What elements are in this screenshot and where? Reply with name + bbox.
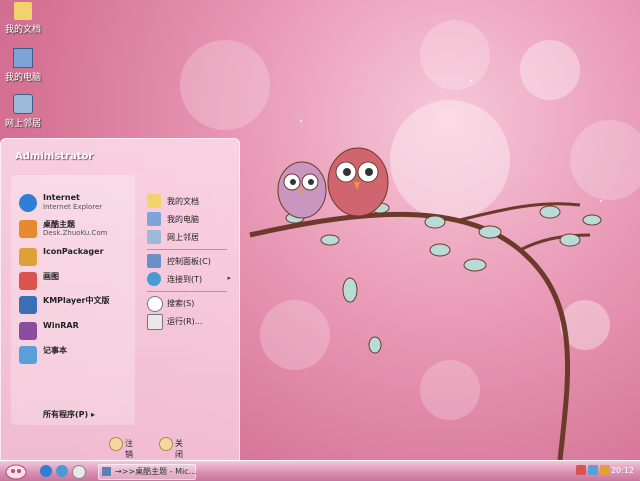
paint-icon <box>19 272 37 290</box>
bokeh-circle <box>520 40 580 100</box>
window-icon <box>102 467 111 476</box>
desktop-icon-label: 我的电脑 <box>4 73 41 83</box>
power-icon <box>159 437 173 451</box>
desktop-icon-my-documents[interactable]: 我的文档 <box>0 2 46 35</box>
start-item-paint[interactable]: 画图 <box>19 271 139 293</box>
start-item-title: KMPlayer中文版 <box>43 296 110 305</box>
start-item-title: 画图 <box>43 272 59 281</box>
tray-volume-icon[interactable] <box>600 465 610 475</box>
sparkle <box>300 120 302 122</box>
control-panel-icon <box>147 254 161 268</box>
start-item-iconpackager[interactable]: IconPackager <box>19 247 139 269</box>
menu-divider <box>147 291 227 292</box>
system-tray: 20:12 <box>574 463 638 479</box>
start-right-my-documents[interactable]: 我的文档 <box>147 193 235 211</box>
notepad-icon <box>19 346 37 364</box>
start-right-label: 网上邻居 <box>167 233 199 242</box>
wallpaper-branch-art <box>249 147 602 460</box>
start-menu-username: Administrator <box>15 151 94 162</box>
start-menu-footer: 注销(L) 关闭计算机(U) <box>1 429 239 461</box>
desktop-icon-label: 网上邻居 <box>4 119 41 129</box>
clock[interactable]: 20:12 <box>611 466 634 475</box>
start-right-label: 我的电脑 <box>167 215 199 224</box>
start-item-subtitle: Desk.ZhuoKu.Com <box>43 229 108 237</box>
start-right-my-computer[interactable]: 我的电脑 <box>147 211 235 229</box>
start-item-title: IconPackager <box>43 247 104 256</box>
desktop-icon-network-places[interactable]: 网上邻居 <box>0 94 46 129</box>
tray-app-icon[interactable] <box>576 465 586 475</box>
start-right-control-panel[interactable]: 控制面板(C) <box>147 253 235 271</box>
bokeh-circle <box>180 40 270 130</box>
taskbar-window-label: →>>桌酷主题 - Mic... <box>115 467 197 476</box>
network-icon <box>147 230 161 244</box>
internet-explorer-icon <box>19 194 37 212</box>
zhuoku-icon <box>19 220 37 238</box>
start-right-label: 运行(R)... <box>167 317 203 326</box>
tray-network-icon[interactable] <box>588 465 598 475</box>
logoff-icon <box>109 437 123 451</box>
iconpackager-icon <box>19 248 37 266</box>
search-icon <box>147 296 163 312</box>
menu-divider <box>147 249 227 250</box>
taskbar: →>>桌酷主题 - Mic... 20:12 <box>0 460 640 481</box>
quicklaunch-desktop-icon[interactable] <box>72 465 86 479</box>
all-programs-button[interactable]: 所有程序(P) ▸ <box>43 409 95 420</box>
run-icon <box>147 314 163 330</box>
submenu-arrow-icon: ▸ <box>227 274 231 282</box>
start-item-internet[interactable]: Internet Internet Explorer <box>19 193 139 215</box>
start-right-label: 搜索(S) <box>167 299 195 308</box>
quicklaunch-ie-icon[interactable] <box>40 465 52 477</box>
sparkle <box>470 80 472 82</box>
start-right-connect-to[interactable]: 连接到(T) ▸ <box>147 271 235 289</box>
start-right-search[interactable]: 搜索(S) <box>147 295 235 313</box>
start-item-notepad[interactable]: 记事本 <box>19 345 139 367</box>
start-item-winrar[interactable]: WinRAR <box>19 321 139 343</box>
start-menu-right-pane: 我的文档 我的电脑 网上邻居 控制面板(C) 连接到(T) ▸ 搜索(S) 运行… <box>143 175 235 335</box>
start-right-label: 控制面板(C) <box>167 257 211 266</box>
shutdown-label: 关闭计算机(U) <box>175 439 183 459</box>
folder-icon <box>14 2 32 20</box>
start-item-subtitle: Internet Explorer <box>43 203 103 211</box>
taskbar-window-button[interactable]: →>>桌酷主题 - Mic... <box>98 464 196 480</box>
desktop-icon-my-computer[interactable]: 我的电脑 <box>0 48 46 83</box>
quicklaunch-browser-icon[interactable] <box>56 465 68 477</box>
start-item-title: WinRAR <box>43 321 79 330</box>
start-right-label: 连接到(T) <box>167 275 203 284</box>
start-item-title: 记事本 <box>43 346 67 355</box>
start-menu-left-pane: Internet Internet Explorer 桌酷主题 Desk.Zhu… <box>11 175 135 425</box>
start-item-kmplayer[interactable]: KMPlayer中文版 <box>19 295 139 317</box>
start-item-title: Internet <box>43 193 80 202</box>
start-menu: Administrator Internet Internet Explorer… <box>0 138 240 462</box>
start-button[interactable] <box>4 462 28 480</box>
computer-icon <box>13 48 33 68</box>
computer-icon <box>147 212 161 226</box>
kmplayer-icon <box>19 296 37 314</box>
bokeh-circle <box>420 20 490 90</box>
desktop-icon-label: 我的文档 <box>4 25 41 35</box>
start-right-run[interactable]: 运行(R)... <box>147 313 235 331</box>
winrar-icon <box>19 322 37 340</box>
network-icon <box>13 94 33 114</box>
start-right-network-places[interactable]: 网上邻居 <box>147 229 235 247</box>
connect-icon <box>147 272 161 286</box>
logoff-label: 注销(L) <box>125 439 136 461</box>
start-right-label: 我的文档 <box>167 197 199 206</box>
start-item-zhuoku-theme[interactable]: 桌酷主题 Desk.ZhuoKu.Com <box>19 219 139 241</box>
folder-icon <box>147 194 161 208</box>
